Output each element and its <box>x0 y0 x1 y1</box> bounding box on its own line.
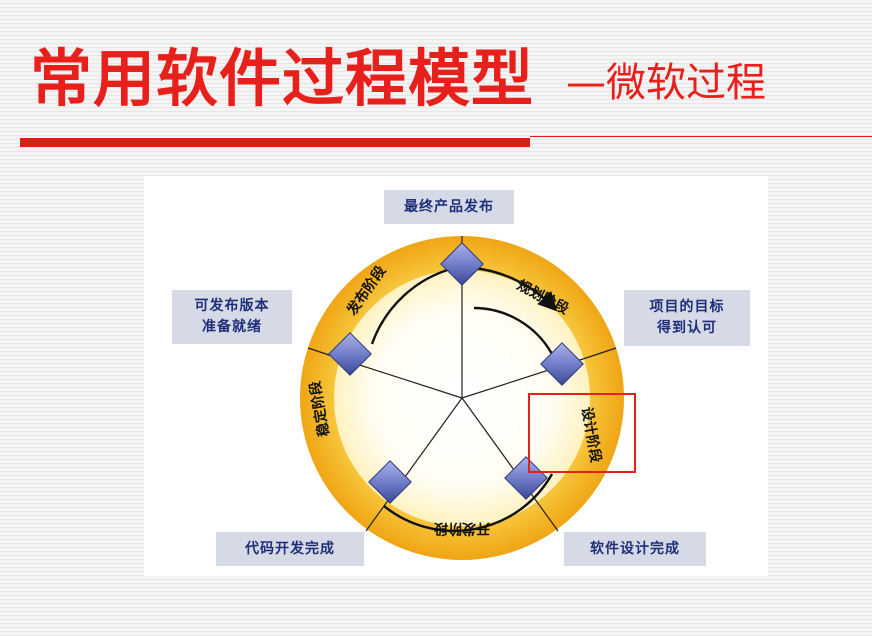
milestone-goals-approved: 项目的目标 得到认可 <box>624 290 750 346</box>
milestone-final-release: 最终产品发布 <box>384 190 514 224</box>
milestone-code-done: 代码开发完成 <box>216 532 364 566</box>
page-subtitle: —微软过程 <box>566 60 766 106</box>
design-phase-highlight <box>528 393 636 473</box>
page-title: 常用软件过程模型 <box>30 42 535 115</box>
title-divider-thick <box>20 138 530 147</box>
cycle-diagram: 规划阶段 设计阶段 开发阶段 稳定阶段 发布阶段 <box>300 236 624 560</box>
process-diagram-panel: 规划阶段 设计阶段 开发阶段 稳定阶段 发布阶段 最终产品发布 项目的目标 得到… <box>144 176 768 576</box>
milestone-release-ready: 可发布版本 准备就绪 <box>172 290 292 344</box>
phase-development: 开发阶段 <box>434 520 490 537</box>
title-divider-thin <box>530 136 872 137</box>
milestone-design-done: 软件设计完成 <box>564 532 706 566</box>
